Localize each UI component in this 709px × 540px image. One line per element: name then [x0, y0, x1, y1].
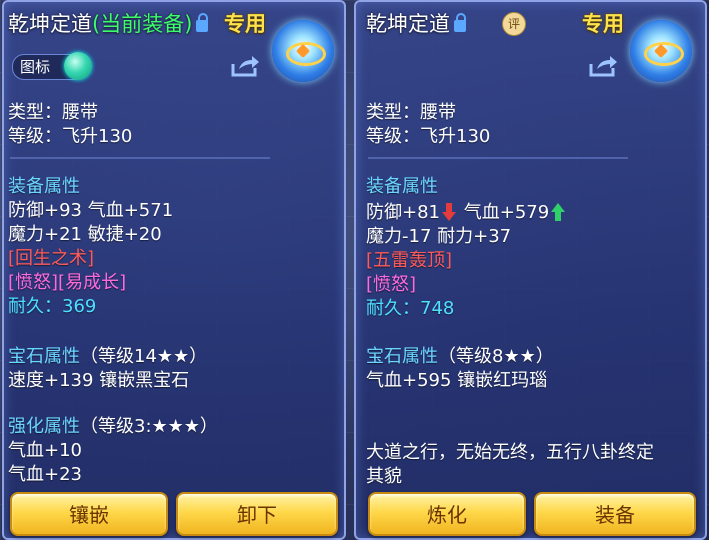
belt-item-icon[interactable] [272, 20, 334, 82]
strengthen-attr-line: 强化属性（等级3:★★★） [8, 412, 218, 438]
equip-button[interactable]: 装备 [534, 492, 696, 536]
equip-attr-header: 装备属性 [366, 176, 438, 197]
type-line: 类型：腰带 [8, 102, 98, 123]
inlay-button[interactable]: 镶嵌 [10, 492, 168, 536]
current-equipment-panel: 乾坤定道(当前装备) 专用 图标 类型：腰带 等级：飞升130 装备属性 防御+… [2, 0, 346, 540]
gem-line: 气血+595 镶嵌红玛瑙 [366, 370, 548, 391]
gem-header: 宝石属性 [366, 346, 438, 367]
level-line: 等级：飞升130 [8, 126, 133, 147]
evaluate-badge[interactable]: 评 [502, 12, 526, 36]
unequip-button[interactable]: 卸下 [176, 492, 338, 536]
icon-toggle[interactable]: 图标 [12, 52, 92, 80]
arrow-up-icon [551, 203, 566, 221]
special-effect: [愤怒] [366, 274, 417, 295]
share-icon[interactable] [230, 54, 260, 78]
arrow-down-icon [442, 203, 456, 221]
exclusive-label: 专用 [582, 12, 624, 36]
durability-value: 748 [420, 298, 455, 319]
strengthen-line-2: 气血+23 [8, 464, 82, 485]
durability: 耐久：748 [366, 294, 454, 320]
strengthen-line-1: 气血+10 [8, 440, 82, 461]
divider [368, 157, 628, 159]
defense-value: 防御+81 [366, 202, 440, 223]
special-skill: [回生之术] [8, 248, 95, 269]
attr-line-1: 防御+81 气血+579 [366, 198, 567, 224]
exclusive-label: 专用 [224, 12, 266, 36]
gem-line: 速度+139 镶嵌黑宝石 [8, 370, 190, 391]
type-line: 类型：腰带 [366, 102, 456, 123]
divider [10, 157, 270, 159]
lock-icon [454, 13, 466, 32]
gem-header: 宝石属性 [8, 346, 80, 367]
attr-line-2: 魔力+21 敏捷+20 [8, 224, 162, 245]
special-effect: [愤怒][易成长] [8, 272, 127, 293]
item-name: 乾坤定道 [366, 12, 450, 36]
attr-line-2: 魔力-17 耐力+37 [366, 226, 512, 247]
gem-attr-line: 宝石属性（等级8★★） [366, 342, 554, 368]
compare-equipment-panel: 乾坤定道 评 专用 类型：腰带 等级：飞升130 装备属性 防御+81 气血+5… [354, 0, 707, 540]
equip-attr-header: 装备属性 [8, 176, 80, 197]
toggle-label: 图标 [20, 58, 51, 76]
gem-attr-line: 宝石属性（等级14★★） [8, 342, 207, 368]
durability: 耐久：369 [8, 292, 96, 318]
strengthen-level: （等级3:★★★） [80, 416, 218, 437]
durability-value: 369 [62, 296, 97, 317]
durability-label: 耐久： [8, 296, 62, 317]
refine-button[interactable]: 炼化 [368, 492, 526, 536]
gem-level: （等级14★★） [80, 346, 208, 367]
special-skill: [五雷轰顶] [366, 250, 453, 271]
item-name: 乾坤定道 [8, 12, 92, 36]
level-line: 等级：飞升130 [366, 126, 491, 147]
equipped-status: (当前装备) [92, 12, 193, 36]
lock-icon [196, 13, 209, 32]
belt-item-icon[interactable] [630, 20, 692, 82]
description-line-2: 其貌 [366, 466, 402, 487]
hp-value: 气血+579 [463, 202, 550, 223]
share-icon[interactable] [588, 54, 618, 78]
gem-level: （等级8★★） [438, 346, 554, 367]
toggle-knob [64, 52, 92, 80]
strengthen-header: 强化属性 [8, 416, 80, 437]
description-line-1: 大道之行，无始无终，五行八卦终定 [366, 442, 654, 463]
durability-label: 耐久： [366, 298, 420, 319]
attr-line-1: 防御+93 气血+571 [8, 200, 174, 221]
item-title: 乾坤定道 [366, 8, 466, 38]
item-title: 乾坤定道(当前装备) [8, 8, 209, 38]
